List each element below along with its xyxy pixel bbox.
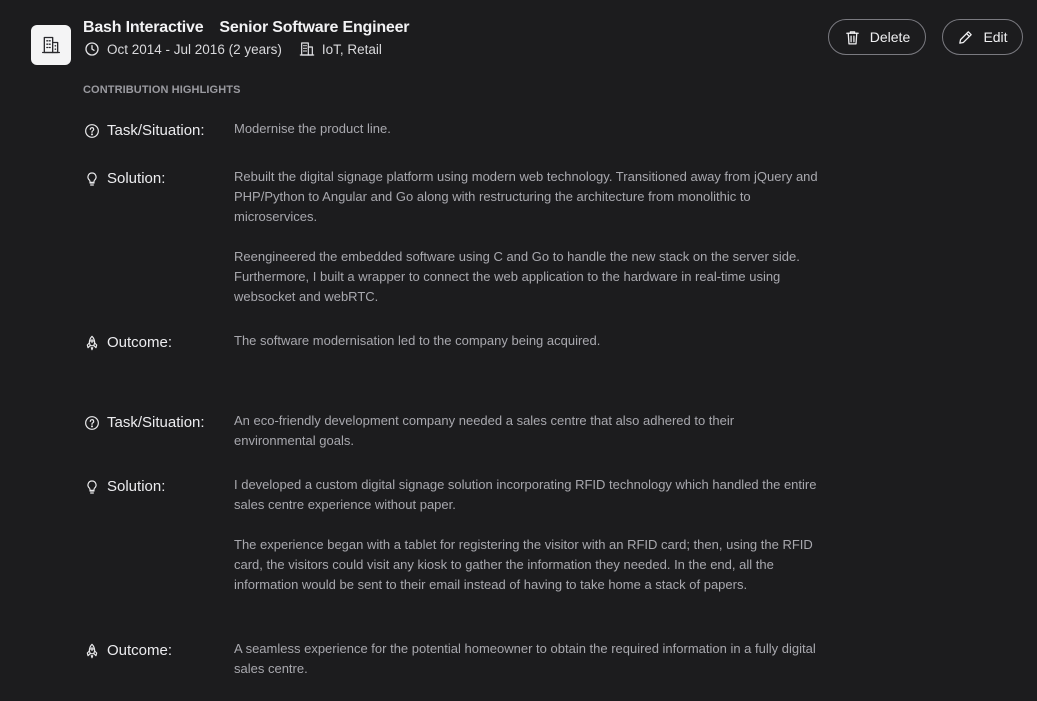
experience-detail-page: Bash Interactive Senior Software Enginee… bbox=[0, 0, 1037, 701]
experience-title: Bash Interactive Senior Software Enginee… bbox=[83, 19, 410, 37]
delete-button[interactable]: Delete bbox=[828, 19, 926, 55]
solution-text: I developed a custom digital signage sol… bbox=[234, 477, 817, 592]
outcome-text: A seamless experience for the potential … bbox=[234, 641, 816, 676]
office-building-icon bbox=[299, 42, 315, 56]
task-text: An eco-friendly development company need… bbox=[234, 413, 735, 448]
lightbulb-icon bbox=[87, 171, 97, 186]
experience-meta: Oct 2014 - Jul 2016 (2 years) IoT, Retai… bbox=[84, 41, 382, 57]
clock-icon bbox=[85, 42, 99, 56]
task-text: Modernise the product line. bbox=[234, 121, 391, 136]
company-logo bbox=[31, 25, 71, 65]
industries-text: IoT, Retail bbox=[321, 41, 382, 57]
rocket-icon bbox=[86, 335, 98, 350]
rocket-icon bbox=[86, 643, 98, 658]
delete-label: Delete bbox=[869, 29, 911, 45]
question-circle-icon bbox=[85, 415, 99, 430]
pencil-icon bbox=[959, 30, 973, 44]
edit-button[interactable]: Edit bbox=[942, 19, 1023, 55]
industries: IoT, Retail bbox=[299, 41, 382, 57]
duration-text: Oct 2014 - Jul 2016 (2 years) bbox=[107, 41, 282, 57]
question-circle-icon bbox=[85, 123, 99, 138]
duration: Oct 2014 - Jul 2016 (2 years) bbox=[84, 41, 282, 57]
section-title: CONTRIBUTION HIGHLIGHTS bbox=[83, 84, 241, 96]
solution-label: Solution: bbox=[84, 478, 165, 495]
task-label: Task/Situation: bbox=[84, 122, 205, 139]
solution-text: Rebuilt the digital signage platform usi… bbox=[234, 169, 818, 304]
outcome-text: The software modernisation led to the co… bbox=[234, 333, 601, 348]
role-title: Senior Software Engineer bbox=[219, 19, 410, 36]
lightbulb-icon bbox=[87, 479, 97, 494]
building-icon bbox=[42, 36, 60, 54]
outcome-label: Outcome: bbox=[84, 642, 172, 659]
outcome-label: Outcome: bbox=[84, 334, 172, 351]
trash-icon bbox=[845, 30, 859, 45]
edit-label: Edit bbox=[983, 29, 1008, 45]
solution-label: Solution: bbox=[84, 170, 165, 187]
company-name: Bash Interactive bbox=[83, 19, 204, 36]
task-label: Task/Situation: bbox=[84, 414, 205, 431]
